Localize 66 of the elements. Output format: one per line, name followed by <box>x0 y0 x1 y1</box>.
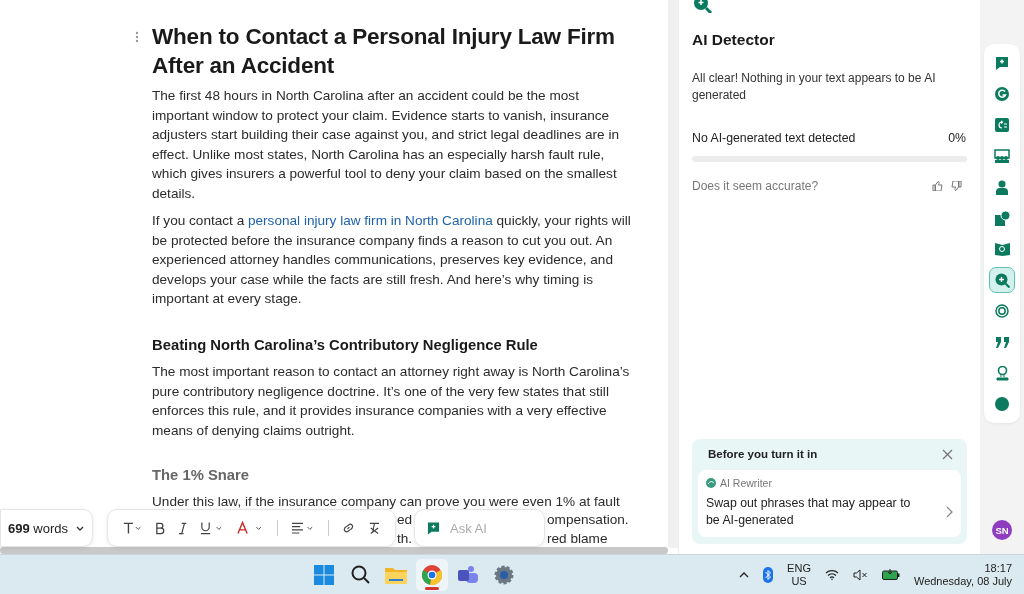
browser-icon[interactable] <box>422 564 442 585</box>
paragraph: Under this law, if the insurance company can prove you were even 1% at fault <box>152 492 621 511</box>
close-icon[interactable] <box>942 448 953 460</box>
align-icon[interactable] <box>291 522 316 534</box>
refresh-list-icon[interactable] <box>995 118 1009 132</box>
thumbs-down-icon[interactable] <box>951 181 962 191</box>
clock[interactable]: 18:17 Wednesday, 08 July <box>913 561 1012 588</box>
underline-icon[interactable] <box>199 521 224 535</box>
chevron-up-icon[interactable] <box>739 571 750 578</box>
bluetooth-icon[interactable] <box>763 566 774 583</box>
language-indicator[interactable]: ENG US <box>787 561 811 588</box>
bold-icon[interactable] <box>155 521 165 535</box>
stamp-icon[interactable] <box>995 365 1009 381</box>
feedback-question: Does it seem accurate? <box>692 179 819 193</box>
settings-icon[interactable] <box>494 564 514 585</box>
paragraph: If you contact a personal injury law firm in North Carolina quickly, your rights will be protected before the insurance company finds a reason to cut you out. An experienced attorney handles communications, preserves key evidence, and develops your case while the facts are still fresh. And here’s why timing is important at every stage. <box>152 212 632 308</box>
scrollbar[interactable] <box>668 0 678 548</box>
text-fragment: ed <box>397 511 413 529</box>
chevron-right-icon <box>946 506 953 518</box>
user-avatar[interactable]: SN <box>992 520 1012 540</box>
folder-icon[interactable] <box>385 565 407 584</box>
group-icon[interactable] <box>994 149 1010 163</box>
document-title: When to Contact a Personal Injury Law Firm After an Accident <box>152 23 616 80</box>
tool-label: AI Rewriter <box>720 477 772 489</box>
text-fragment: th. <box>397 530 413 548</box>
chat-plus-icon[interactable] <box>995 55 1009 71</box>
text-fragment: ompensation. <box>547 511 629 529</box>
panel-title: AI Detector <box>692 31 776 49</box>
rewriter-suggestion[interactable]: AI Rewriter Swap out phrases that may appear to be AI-generated <box>698 470 961 537</box>
result-percentage: 0% <box>948 131 966 145</box>
book-search-icon[interactable] <box>994 242 1010 256</box>
text-style-icon[interactable] <box>122 521 143 535</box>
chevron-down-icon <box>76 525 84 531</box>
clear-format-icon[interactable] <box>368 521 381 535</box>
link-icon[interactable] <box>342 521 356 535</box>
link[interactable]: personal injury law firm in North Carolina <box>247 213 493 228</box>
subsection-heading: The 1% Snare <box>152 466 251 485</box>
profile-card-icon[interactable] <box>994 210 1010 226</box>
card-title: Before you turn it in <box>708 448 818 460</box>
word-count-button[interactable]: 699 words <box>0 509 93 547</box>
target-icon[interactable] <box>995 304 1009 318</box>
paragraph: The most important reason to contact an attorney right away is North Carolina’s pure contributory negligence doctrine. It’s one of the very few states that still enforces this rule, and it provides insurance companies with a very effective means of denying claims outright. <box>152 363 631 440</box>
quote-icon[interactable] <box>994 336 1010 348</box>
result-label: No AI-generated text detected <box>692 131 856 145</box>
text-fragment: red blame <box>547 530 608 548</box>
drag-handle-icon[interactable] <box>135 31 139 43</box>
italic-icon[interactable] <box>177 521 187 535</box>
thumbs-up-icon[interactable] <box>932 181 943 191</box>
scrollbar[interactable] <box>0 547 668 554</box>
search-icon[interactable] <box>350 565 370 584</box>
g-logo-icon[interactable] <box>995 87 1009 101</box>
section-heading: Beating North Carolina’s Contributory Negligence Rule <box>152 335 539 355</box>
circle-icon[interactable] <box>995 397 1009 411</box>
team-chat-icon[interactable] <box>457 564 479 585</box>
windows-start-icon[interactable] <box>314 564 334 585</box>
paragraph: The first 48 hours in North Carolina after an accident could be the most important window to protect your claim. Evidence starts to vanish, insurance adjusters start building their case against you, and strict legal deadlines are in effect. Unlike most states, North Carolina has an especially harsh fault rule, which gives insurers a powerful tool to deny your claim based on the smallest details. <box>152 87 620 203</box>
suggestion-text: Swap out phrases that may appear to be AI-generated <box>706 495 912 529</box>
ask-ai-input[interactable]: Ask AI <box>448 519 532 537</box>
rewriter-icon <box>706 478 716 488</box>
muted-speaker-icon[interactable] <box>852 568 868 581</box>
battery-icon[interactable] <box>881 569 900 580</box>
wifi-icon[interactable] <box>824 569 839 580</box>
status-message: All clear! Nothing in your text appears to be AI generated <box>692 70 937 104</box>
chat-plus-icon <box>427 520 440 536</box>
ask-ai-field[interactable]: Ask AI <box>414 509 545 547</box>
person-icon[interactable] <box>996 179 1008 195</box>
